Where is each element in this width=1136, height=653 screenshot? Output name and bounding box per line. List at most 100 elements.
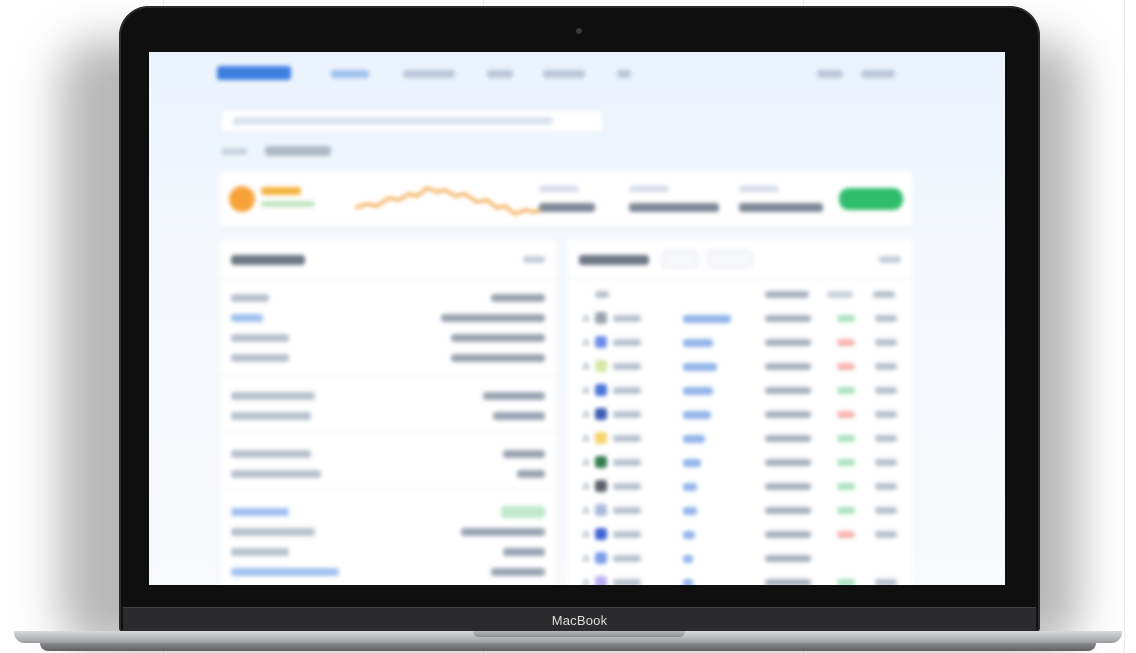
- row-index: [583, 339, 589, 346]
- change-indicator: [837, 483, 855, 490]
- holder-amount: [765, 459, 811, 466]
- token-icon: [595, 312, 607, 324]
- change-indicator: [837, 459, 855, 466]
- holders-card: [567, 240, 913, 585]
- overview-more-link[interactable]: [523, 256, 545, 263]
- nav-item-4[interactable]: [543, 70, 585, 78]
- overview-card: [219, 240, 557, 585]
- change-indicator: [837, 411, 855, 418]
- holder-percentage: [875, 531, 897, 538]
- holder-address-link[interactable]: [683, 363, 717, 371]
- table-row[interactable]: [579, 552, 905, 564]
- blurred-web-page: [149, 52, 1005, 585]
- stat-value-1: [539, 203, 595, 212]
- table-row[interactable]: [579, 504, 905, 516]
- stat-value-2: [629, 203, 719, 212]
- table-row[interactable]: [579, 456, 905, 468]
- token-name: [613, 315, 641, 322]
- holder-percentage: [875, 555, 897, 562]
- row-index: [583, 507, 589, 514]
- overview-link-2[interactable]: [231, 508, 289, 516]
- token-icon: [595, 408, 607, 420]
- holders-more-link[interactable]: [879, 256, 901, 263]
- holder-address-link[interactable]: [683, 387, 713, 395]
- overview-link-3[interactable]: [231, 568, 339, 576]
- table-row[interactable]: [579, 576, 905, 585]
- token-icon: [595, 504, 607, 516]
- token-name: [613, 531, 641, 538]
- table-row[interactable]: [579, 432, 905, 444]
- holder-address-link[interactable]: [683, 339, 713, 347]
- change-indicator: [837, 579, 855, 585]
- nav-item-language[interactable]: [861, 70, 895, 78]
- holder-percentage: [875, 435, 897, 442]
- coin-name: [261, 187, 301, 195]
- row-index: [583, 411, 589, 418]
- holder-amount: [765, 531, 811, 538]
- holders-tab-1[interactable]: [663, 251, 697, 267]
- breadcrumb-home[interactable]: [221, 148, 247, 155]
- token-icon: [595, 576, 607, 585]
- token-name: [613, 339, 641, 346]
- nav-item-5[interactable]: [617, 70, 631, 78]
- holder-address-link[interactable]: [683, 507, 697, 515]
- holder-address-link[interactable]: [683, 435, 705, 443]
- ticker-action-button[interactable]: [839, 188, 903, 210]
- token-name: [613, 507, 641, 514]
- breadcrumb-current: [265, 146, 331, 156]
- nav-item-2[interactable]: [403, 70, 455, 78]
- nav-item-3[interactable]: [487, 70, 513, 78]
- search-input[interactable]: [221, 110, 603, 132]
- overview-card-header: [219, 240, 557, 279]
- holder-address-link[interactable]: [683, 579, 693, 585]
- table-row[interactable]: [579, 384, 905, 396]
- holders-tab-2[interactable]: [709, 251, 751, 267]
- change-indicator: [837, 507, 855, 514]
- holder-amount: [765, 483, 811, 490]
- table-row[interactable]: [579, 360, 905, 372]
- table-row[interactable]: [579, 528, 905, 540]
- table-row[interactable]: [579, 336, 905, 348]
- holder-address-link[interactable]: [683, 411, 711, 419]
- stat-label-1: [539, 186, 579, 192]
- laptop-bezel-bottom: MacBook: [123, 607, 1036, 633]
- holder-address-link[interactable]: [683, 531, 695, 539]
- token-icon: [595, 336, 607, 348]
- token-icon: [595, 480, 607, 492]
- change-indicator: [837, 435, 855, 442]
- token-name: [613, 387, 641, 394]
- holders-card-header: [567, 240, 913, 279]
- token-name: [613, 555, 641, 562]
- holder-address-link[interactable]: [683, 483, 697, 491]
- row-index: [583, 459, 589, 466]
- holder-amount: [765, 363, 811, 370]
- stat-value-3: [739, 203, 823, 212]
- overview-link-1[interactable]: [231, 314, 263, 322]
- holder-percentage: [875, 411, 897, 418]
- holder-amount: [765, 315, 811, 322]
- table-row[interactable]: [579, 408, 905, 420]
- token-icon: [595, 432, 607, 444]
- holder-amount: [765, 339, 811, 346]
- price-sparkline: [355, 186, 545, 216]
- token-name: [613, 483, 641, 490]
- row-index: [583, 579, 589, 585]
- holder-address-link[interactable]: [683, 315, 731, 323]
- token-icon: [595, 456, 607, 468]
- token-icon: [595, 528, 607, 540]
- nav-item-sign-in[interactable]: [817, 70, 843, 78]
- holder-address-link[interactable]: [683, 459, 701, 467]
- holder-percentage: [875, 387, 897, 394]
- table-row[interactable]: [579, 312, 905, 324]
- token-name: [613, 435, 641, 442]
- holder-percentage: [875, 507, 897, 514]
- row-index: [583, 363, 589, 370]
- table-row[interactable]: [579, 480, 905, 492]
- laptop-screen: [149, 52, 1005, 585]
- site-logo[interactable]: [217, 66, 291, 80]
- laptop-base-bottom: [40, 643, 1096, 651]
- holder-address-link[interactable]: [683, 555, 693, 563]
- nav-item-1[interactable]: [331, 70, 369, 78]
- holder-percentage: [875, 339, 897, 346]
- camera-dot: [576, 28, 582, 34]
